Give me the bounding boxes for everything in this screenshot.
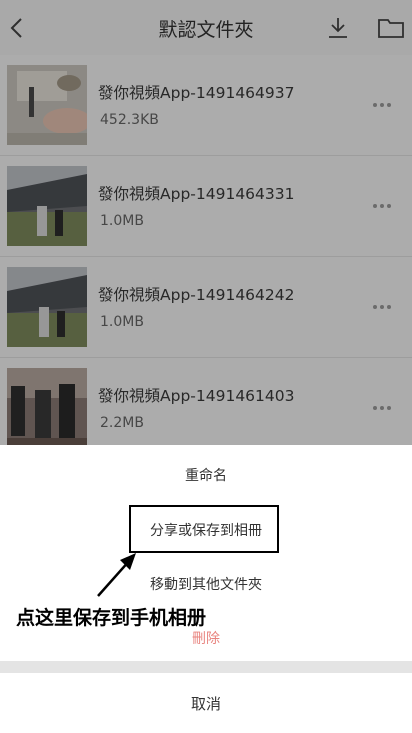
arrow-icon xyxy=(97,553,136,597)
rename-option[interactable]: 重命名 xyxy=(0,465,412,485)
sheet-divider xyxy=(0,661,412,673)
cancel-button[interactable]: 取消 xyxy=(0,673,412,733)
annotation-text: 点这里保存到手机相册 xyxy=(16,607,207,629)
move-option[interactable]: 移動到其他文件夾 xyxy=(0,574,412,594)
delete-option[interactable]: 刪除 xyxy=(0,628,412,648)
highlight-box xyxy=(129,505,279,553)
cancel-label: 取消 xyxy=(190,695,221,713)
modal-overlay[interactable] xyxy=(0,0,412,445)
